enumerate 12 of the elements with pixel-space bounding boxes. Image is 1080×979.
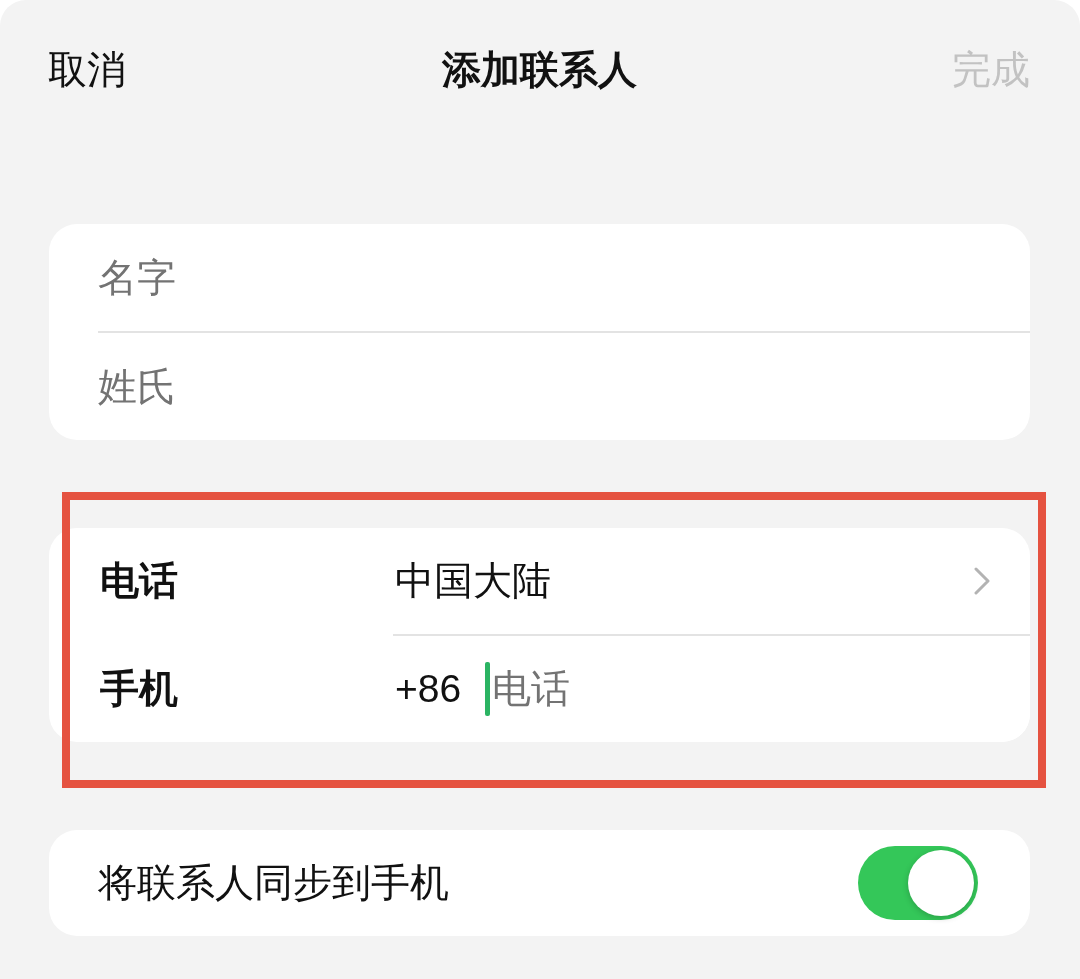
last-name-field[interactable]: 姓氏 — [49, 333, 1030, 440]
cancel-button[interactable]: 取消 — [48, 44, 126, 96]
region-value: 中国大陆 — [395, 558, 552, 604]
mobile-label: 手机 — [100, 666, 179, 712]
phone-label: 电话 — [100, 558, 179, 604]
page-title: 添加联系人 — [441, 47, 637, 93]
chevron-right-icon — [974, 567, 990, 595]
first-name-field[interactable]: 名字 — [49, 224, 1030, 331]
country-code: +86 — [395, 667, 462, 711]
region-picker-row[interactable]: 电话 中国大陆 — [49, 528, 1030, 634]
sync-label: 将联系人同步到手机 — [98, 860, 449, 906]
mobile-number-row[interactable]: 手机 +86 电话 — [49, 636, 1030, 742]
